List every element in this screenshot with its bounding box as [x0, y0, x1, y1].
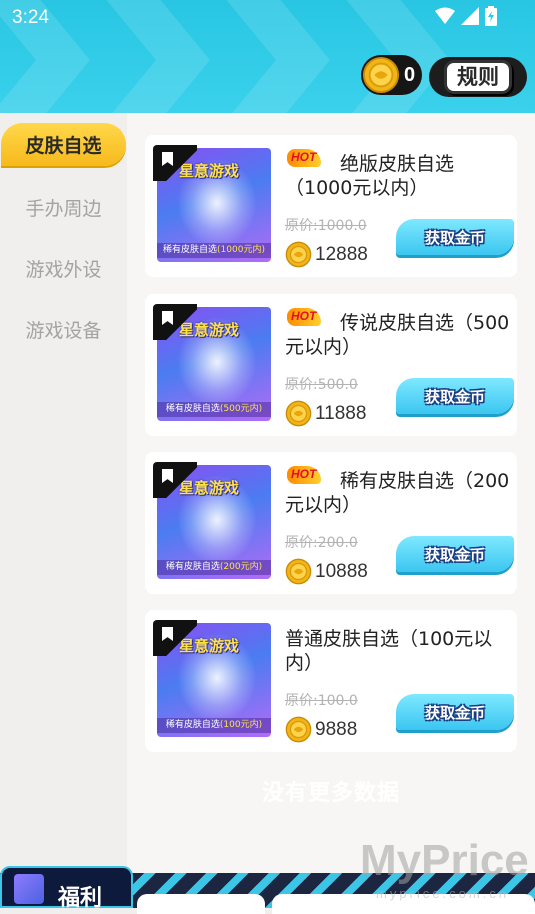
- caption-text: 稀有皮肤自选: [163, 245, 218, 255]
- gift-icon: [14, 874, 44, 904]
- sidebar-item-label: 游戏设备: [25, 320, 102, 342]
- coin-icon: [285, 558, 312, 585]
- sidebar-item-figures[interactable]: 手办周边: [0, 185, 127, 230]
- sidebar-item-label: 手办周边: [25, 198, 102, 220]
- get-coins-button[interactable]: 获取金币: [396, 219, 514, 255]
- coin-price: 12888: [285, 241, 368, 268]
- list-end-text: 没有更多数据: [261, 781, 400, 806]
- coin-price: 11888: [285, 400, 366, 427]
- product-card[interactable]: 星意游戏 稀有皮肤自选(100元内) 普通皮肤自选（100元以内） 原价:100…: [145, 610, 517, 752]
- caption-value: (100元内): [219, 720, 263, 730]
- original-price: 原价:200.0: [285, 535, 358, 551]
- tab-welfare-label: 福利: [58, 886, 103, 911]
- thumbnail-caption: 稀有皮肤自选(1000元内): [157, 243, 271, 258]
- chevron-decoration: [90, 0, 210, 113]
- get-coins-label: 获取金币: [424, 228, 485, 247]
- thumbnail-logo: 星意游戏: [179, 162, 240, 180]
- product-title: 绝版皮肤自选（1000元以内）: [285, 153, 455, 199]
- get-coins-button[interactable]: 获取金币: [396, 378, 514, 414]
- product-card[interactable]: 星意游戏 稀有皮肤自选(200元内) HOT 稀有皮肤自选（200元以内） 原价…: [145, 452, 517, 594]
- product-card[interactable]: 星意游戏 稀有皮肤自选(1000元内) HOT 绝版皮肤自选（1000元以内） …: [145, 135, 517, 277]
- caption-text: 稀有皮肤自选: [165, 562, 220, 572]
- watermark: MyPrice: [360, 836, 529, 885]
- thumbnail-caption: 稀有皮肤自选(100元内): [157, 718, 271, 733]
- signal-icon: [461, 7, 479, 25]
- caption-text: 稀有皮肤自选: [165, 720, 220, 730]
- wifi-icon: [435, 7, 455, 24]
- thumbnail-caption: 稀有皮肤自选(200元内): [157, 560, 271, 575]
- rules-label: 规则: [444, 60, 512, 94]
- coin-price-value: 12888: [315, 243, 368, 265]
- rules-button[interactable]: 规则: [429, 57, 527, 97]
- caption-value: (1000元内): [217, 245, 265, 255]
- tab-item[interactable]: [137, 894, 265, 914]
- coin-price: 9888: [285, 716, 357, 743]
- sidebar-item-devices[interactable]: 游戏设备: [0, 307, 127, 352]
- status-time: 3:24: [12, 7, 49, 28]
- get-coins-label: 获取金币: [424, 387, 485, 406]
- thumbnail-logo: 星意游戏: [179, 637, 240, 655]
- original-price: 原价:500.0: [285, 377, 358, 393]
- coin-count: 0: [404, 63, 416, 86]
- product-title: 普通皮肤自选（100元以内）: [285, 628, 493, 674]
- original-price: 原价:1000.0: [285, 218, 367, 234]
- thumbnail-logo: 星意游戏: [179, 321, 240, 339]
- coin-icon: [285, 400, 312, 427]
- coin-balance: 0: [361, 55, 422, 95]
- battery-icon: [485, 6, 497, 26]
- original-price: 原价:100.0: [285, 693, 358, 709]
- coin-price-value: 10888: [315, 560, 368, 582]
- header-banner: 3:24 0 规则: [0, 0, 535, 113]
- product-list: 星意游戏 稀有皮肤自选(1000元内) HOT 绝版皮肤自选（1000元以内） …: [127, 113, 535, 873]
- sidebar-item-label: 皮肤自选: [25, 135, 102, 157]
- caption-text: 稀有皮肤自选: [165, 404, 220, 414]
- thumbnail-logo: 星意游戏: [179, 479, 240, 497]
- thumbnail-caption: 稀有皮肤自选(500元内): [157, 402, 271, 417]
- tab-welfare[interactable]: 福利: [0, 866, 133, 911]
- coin-price: 10888: [285, 558, 368, 585]
- get-coins-button[interactable]: 获取金币: [396, 694, 514, 730]
- coin-icon: [285, 716, 312, 743]
- watermark-sub: myprice.com.cn: [376, 886, 510, 901]
- caption-value: (200元内): [219, 562, 263, 572]
- caption-value: (500元内): [219, 404, 263, 414]
- product-title: 稀有皮肤自选（200元以内）: [285, 470, 510, 516]
- sidebar-item-label: 游戏外设: [25, 259, 102, 281]
- get-coins-label: 获取金币: [424, 545, 485, 564]
- chevron-decoration: [210, 0, 330, 113]
- get-coins-button[interactable]: 获取金币: [396, 536, 514, 572]
- coin-icon: [362, 56, 400, 94]
- sidebar-item-skin[interactable]: 皮肤自选: [1, 123, 126, 166]
- get-coins-label: 获取金币: [424, 703, 485, 722]
- coin-price-value: 11888: [315, 402, 367, 424]
- coin-price-value: 9888: [315, 718, 358, 740]
- status-icons: [435, 6, 497, 26]
- category-sidebar: 皮肤自选 手办周边 游戏外设 游戏设备: [0, 113, 127, 873]
- product-title: 传说皮肤自选（500元以内）: [285, 312, 510, 358]
- coin-icon: [285, 241, 312, 268]
- product-card[interactable]: 星意游戏 稀有皮肤自选(500元内) HOT 传说皮肤自选（500元以内） 原价…: [145, 294, 517, 436]
- sidebar-item-peripherals[interactable]: 游戏外设: [0, 246, 127, 291]
